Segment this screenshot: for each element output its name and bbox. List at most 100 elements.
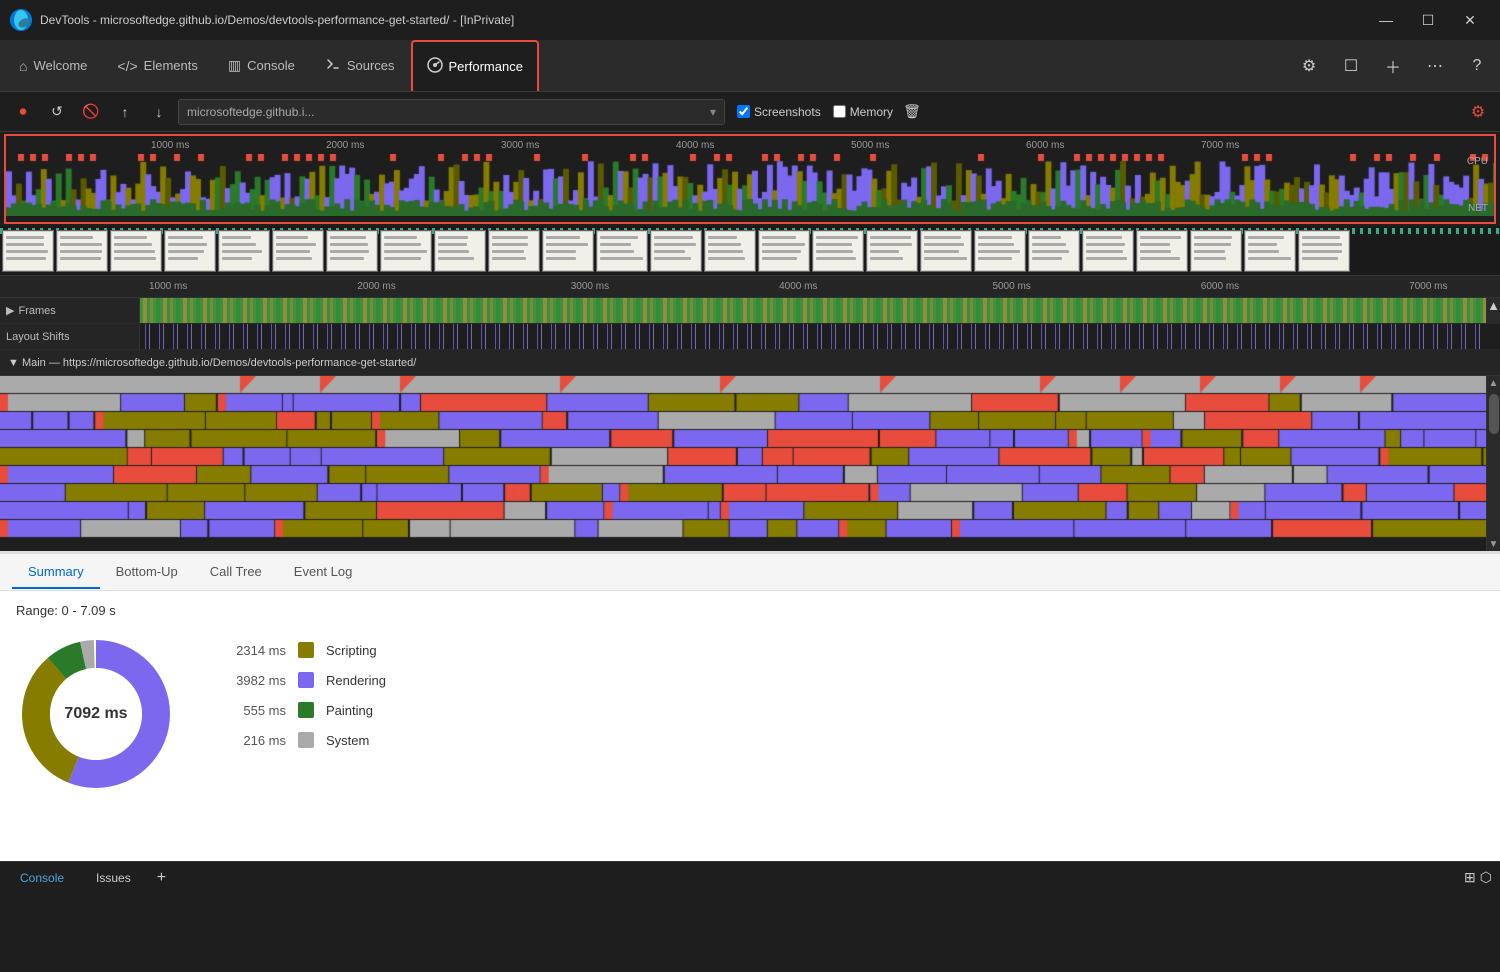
performance-settings-button[interactable]: ⚙ [1464, 98, 1492, 126]
legend-painting: 555 ms Painting [216, 702, 386, 718]
more-btn[interactable]: ⋯ [1417, 48, 1453, 84]
overview-time-ruler: 1000 ms 2000 ms 3000 ms 4000 ms 5000 ms … [6, 136, 1494, 154]
url-dropdown-icon[interactable]: ▾ [710, 105, 716, 119]
summary-range: Range: 0 - 7.09 s [16, 603, 1484, 618]
flame-chart-section: ▲ ▼ [0, 376, 1500, 551]
status-bar: Console Issues + ⊞ ⬡ [0, 861, 1500, 893]
tab-console[interactable]: ▥ Console [214, 40, 309, 91]
welcome-icon: ⌂ [19, 58, 27, 74]
time-4000: 4000 ms [676, 140, 714, 151]
scripting-ms: 2314 ms [216, 643, 286, 658]
title-bar: DevTools - microsoftedge.github.io/Demos… [0, 0, 1500, 40]
minimize-button[interactable]: — [1366, 5, 1406, 35]
screenshots-checkbox[interactable] [737, 105, 750, 118]
scripting-label: Scripting [326, 643, 377, 658]
frames-label[interactable]: ▶ Frames [0, 298, 140, 323]
bottom-panel: Summary Bottom-Up Call Tree Event Log Ra… [0, 551, 1500, 861]
status-issues-tab[interactable]: Issues [84, 867, 143, 889]
help-btn[interactable]: ? [1459, 48, 1495, 84]
tab-summary[interactable]: Summary [12, 556, 100, 589]
bottom-tab-bar: Summary Bottom-Up Call Tree Event Log [0, 553, 1500, 591]
tab-call-tree[interactable]: Call Tree [194, 556, 278, 589]
download-button[interactable]: ↓ [144, 98, 174, 126]
main-thread-header: ▼ Main — https://microsoftedge.github.io… [0, 350, 1500, 376]
rendering-ms: 3982 ms [216, 673, 286, 688]
screenshots-checkbox-group: Screenshots [737, 105, 821, 119]
tab-event-log[interactable]: Event Log [278, 556, 369, 589]
tl-time-4000: 4000 ms [779, 281, 817, 292]
clear-button[interactable]: 🚫 [76, 98, 106, 126]
time-3000: 3000 ms [501, 140, 539, 151]
rendering-color [298, 672, 314, 688]
url-text: microsoftedge.github.i... [187, 105, 706, 119]
cpu-chart: CPU NET [6, 154, 1494, 216]
maximize-button[interactable]: ☐ [1408, 5, 1448, 35]
scripting-color [298, 642, 314, 658]
painting-label: Painting [326, 703, 373, 718]
system-color [298, 732, 314, 748]
screenshots-label[interactable]: Screenshots [737, 105, 821, 119]
time-6000: 6000 ms [1026, 140, 1064, 151]
device-btn[interactable]: ⬡ [1480, 869, 1492, 886]
frames-expand-icon[interactable]: ▶ [6, 304, 14, 317]
add-panel-btn[interactable]: + [151, 869, 172, 887]
painting-color [298, 702, 314, 718]
layout-shifts-label: Layout Shifts [0, 324, 140, 349]
screenshots-strip [0, 226, 1500, 276]
delete-profile-button[interactable]: 🗑 [897, 98, 927, 126]
settings-tab-btn[interactable]: ⚙ [1291, 48, 1327, 84]
tl-time-7000: 7000 ms [1409, 281, 1447, 292]
frames-track-row: ▶ Frames ▲ [0, 298, 1500, 324]
new-tab-btn[interactable]: ＋ [1375, 48, 1411, 84]
summary-content: 7092 ms 2314 ms Scripting 3982 ms Render… [16, 634, 1484, 794]
rendering-label: Rendering [326, 673, 386, 688]
net-label: NET [1468, 203, 1488, 214]
v-scrollbar-top[interactable]: ▲ [1486, 298, 1500, 324]
memory-checkbox[interactable] [833, 105, 846, 118]
elements-icon: </> [117, 58, 137, 74]
frames-content [140, 298, 1486, 323]
tab-sources[interactable]: Sources [311, 40, 409, 91]
sources-icon [325, 56, 341, 75]
dock-btn[interactable]: ☐ [1333, 48, 1369, 84]
time-7000: 7000 ms [1201, 140, 1239, 151]
tl-time-1000: 1000 ms [149, 281, 187, 292]
summary-panel: Range: 0 - 7.09 s [0, 591, 1500, 861]
memory-label[interactable]: Memory [833, 105, 893, 119]
legend-list: 2314 ms Scripting 3982 ms Rendering 555 … [216, 634, 386, 748]
status-console-tab[interactable]: Console [8, 867, 76, 889]
time-2000: 2000 ms [326, 140, 364, 151]
scroll-up-btn[interactable]: ▲ [1489, 376, 1499, 390]
tl-time-3000: 3000 ms [571, 281, 609, 292]
tab-bottom-up[interactable]: Bottom-Up [100, 556, 194, 589]
tab-welcome[interactable]: ⌂ Welcome [5, 40, 101, 91]
tl-time-5000: 5000 ms [992, 281, 1030, 292]
tab-elements[interactable]: </> Elements [103, 40, 211, 91]
status-bar-right: ⊞ ⬡ [1464, 869, 1492, 886]
url-bar: microsoftedge.github.i... ▾ [178, 99, 725, 125]
layout-shifts-track-row: Layout Shifts [0, 324, 1500, 350]
close-button[interactable]: ✕ [1450, 5, 1490, 35]
scroll-down-btn[interactable]: ▼ [1487, 537, 1500, 551]
v-scrollbar-flame[interactable]: ▲ ▼ [1486, 376, 1500, 551]
window-title: DevTools - microsoftedge.github.io/Demos… [40, 13, 1358, 27]
flame-chart-main[interactable] [0, 376, 1486, 551]
timeline-time-ruler: 1000 ms 2000 ms 3000 ms 4000 ms 5000 ms … [0, 276, 1500, 298]
upload-button[interactable]: ↑ [110, 98, 140, 126]
legend-system: 216 ms System [216, 732, 386, 748]
cpu-overview: 1000 ms 2000 ms 3000 ms 4000 ms 5000 ms … [4, 134, 1496, 224]
scroll-thumb[interactable] [1489, 394, 1499, 434]
frames-visualization [140, 298, 1486, 323]
donut-chart: 7092 ms [16, 634, 176, 794]
painting-ms: 555 ms [216, 703, 286, 718]
layout-shifts-visualization [140, 324, 1486, 349]
reload-record-button[interactable]: ↺ [42, 98, 72, 126]
layout-shifts-content [140, 324, 1486, 349]
time-5000: 5000 ms [851, 140, 889, 151]
record-button[interactable]: ⏺ [8, 98, 38, 126]
memory-checkbox-group: Memory [833, 105, 893, 119]
tab-performance[interactable]: Performance [411, 40, 539, 91]
legend-scripting: 2314 ms Scripting [216, 642, 386, 658]
donut-total-label: 7092 ms [64, 705, 127, 723]
inspect-btn[interactable]: ⊞ [1464, 869, 1476, 886]
